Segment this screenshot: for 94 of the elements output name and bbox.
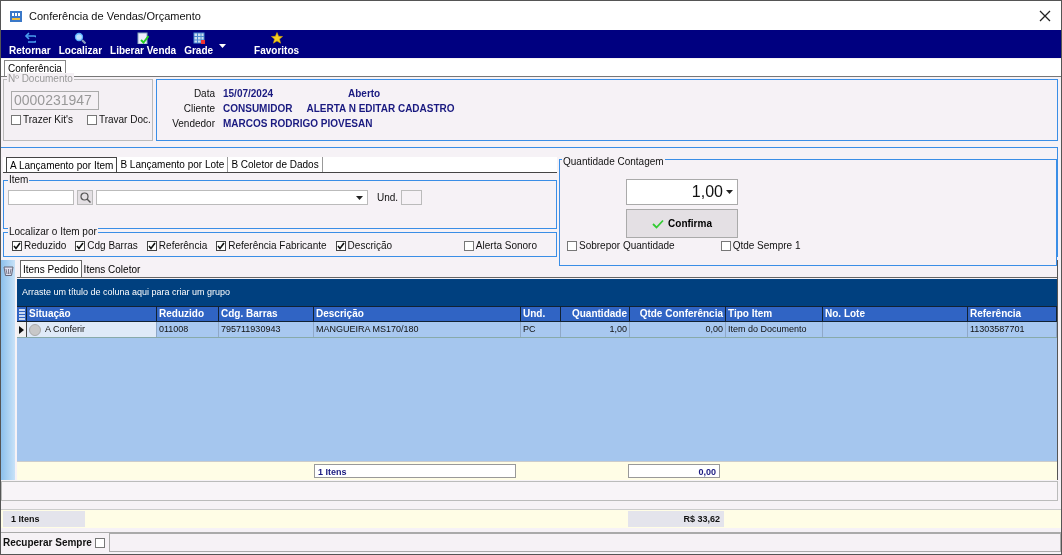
summary-cell: 1 Itens bbox=[314, 464, 516, 478]
checkbox-label: Referência Fabricante bbox=[228, 240, 327, 252]
column-chooser-icon bbox=[17, 308, 26, 320]
checkbox[interactable] bbox=[567, 240, 577, 251]
star-icon bbox=[270, 32, 283, 44]
column-header[interactable]: Tipo Item bbox=[726, 307, 823, 321]
table-cell: MANGUEIRA MS170/180 bbox=[314, 322, 521, 337]
toolbar-button[interactable]: Localizar bbox=[54, 32, 107, 56]
column-header[interactable]: Cdg. Barras bbox=[219, 307, 314, 321]
checkbox-label: Sobrepor Quantidade bbox=[579, 240, 675, 251]
checkbox[interactable] bbox=[335, 240, 346, 251]
checkbox[interactable] bbox=[94, 537, 105, 548]
field-label: Und. bbox=[377, 192, 399, 203]
field-value: Aberto bbox=[348, 88, 381, 99]
checkbox-label: Trazer Kit's bbox=[23, 114, 73, 125]
table-cell: 0,00 bbox=[630, 322, 726, 337]
return-arrow-icon bbox=[23, 32, 36, 44]
checkbox[interactable] bbox=[463, 240, 474, 251]
check-icon bbox=[217, 241, 226, 250]
table-cell: A Conferir bbox=[27, 322, 157, 337]
item-code-field[interactable] bbox=[8, 190, 74, 205]
tab[interactable]: A Lançamento por Item bbox=[6, 157, 118, 172]
toolbar-button[interactable]: Favoritos bbox=[250, 32, 304, 56]
tab[interactable]: Itens Pedido bbox=[20, 260, 82, 277]
checkbox-label: Reduzido bbox=[24, 240, 67, 252]
status-circle-icon bbox=[29, 323, 41, 336]
toolbar-button[interactable]: Retornar bbox=[5, 32, 55, 56]
checkbox[interactable] bbox=[216, 240, 227, 251]
checkbox[interactable] bbox=[720, 240, 731, 251]
table-cell: 11303587701 bbox=[968, 322, 1057, 337]
group-label: Quantidade Contagem bbox=[562, 156, 665, 168]
table-cell: 011008 bbox=[157, 322, 219, 337]
column-header[interactable]: Reduzido bbox=[157, 307, 219, 321]
group-label: Nº Documento bbox=[7, 73, 74, 85]
quantity-field[interactable]: 1,00 bbox=[626, 179, 738, 205]
toolbar-button[interactable]: Liberar Venda bbox=[106, 32, 181, 56]
dropdown-arrow-icon bbox=[356, 195, 363, 200]
column-header[interactable]: Qtde Conferência bbox=[630, 307, 726, 321]
column-header[interactable]: Referência bbox=[968, 307, 1057, 321]
document-check-icon bbox=[137, 32, 150, 44]
table-cell: 795711930943 bbox=[219, 322, 314, 337]
status-count: 1 Itens bbox=[3, 511, 85, 527]
checkbox[interactable] bbox=[12, 240, 22, 251]
confirm-button[interactable]: Confirma bbox=[626, 209, 738, 238]
checkbox-label: Alerta Sonoro bbox=[475, 240, 537, 252]
field-value: ALERTA N EDITAR CADASTRO bbox=[306, 103, 455, 114]
group-label: Item bbox=[8, 174, 30, 186]
dropdown-arrow-icon bbox=[726, 190, 733, 194]
checkbox-label: Referência bbox=[158, 240, 208, 252]
check-icon bbox=[76, 241, 85, 250]
search-icon bbox=[79, 192, 91, 203]
window-title: Conferência de Vendas/Orçamento bbox=[29, 9, 202, 22]
group-by-hint: Arraste um título de coluna aqui para criar um grupo bbox=[17, 279, 1057, 306]
checkbox-label: Descrição bbox=[347, 240, 393, 252]
check-icon bbox=[336, 241, 345, 250]
field-label: Vendedor bbox=[171, 118, 215, 129]
checkbox-label: Recuperar Sempre bbox=[3, 537, 92, 548]
column-header[interactable]: Situação bbox=[27, 307, 157, 321]
check-icon bbox=[13, 241, 21, 250]
table-cell: 1,00 bbox=[561, 322, 630, 337]
check-icon bbox=[652, 218, 665, 229]
checkbox[interactable] bbox=[75, 240, 86, 251]
grid-icon bbox=[192, 32, 205, 44]
checkbox[interactable] bbox=[86, 114, 97, 125]
field-label: Cliente bbox=[182, 103, 215, 114]
summary-cell: 0,00 bbox=[628, 464, 720, 478]
checkbox-label: Travar Doc. bbox=[98, 114, 151, 125]
field-value: 15/07/2024 bbox=[223, 88, 275, 99]
table-cell: Item do Documento bbox=[726, 322, 823, 337]
column-header[interactable]: No. Lote bbox=[823, 307, 968, 321]
unit-field[interactable] bbox=[401, 190, 423, 205]
column-header[interactable]: Descrição bbox=[314, 307, 521, 321]
table-cell: PC bbox=[521, 322, 561, 337]
caret-icon bbox=[219, 44, 227, 48]
app-icon bbox=[9, 8, 23, 23]
check-icon bbox=[147, 241, 156, 250]
column-header[interactable]: Und. bbox=[521, 307, 561, 321]
text-field[interactable] bbox=[109, 533, 1061, 552]
column-header[interactable]: Quantidade bbox=[561, 307, 630, 321]
search-icon bbox=[74, 32, 87, 44]
toolbar-button[interactable]: Grade bbox=[180, 32, 249, 56]
current-row-icon bbox=[19, 325, 24, 334]
status-total: R$ 33,62 bbox=[628, 511, 724, 527]
field-label: Data bbox=[192, 88, 215, 99]
trash-icon[interactable] bbox=[2, 265, 14, 276]
field-value: MARCOS RODRIGO PIOVESAN bbox=[223, 118, 373, 129]
field-value: CONSUMIDOR bbox=[223, 103, 293, 114]
close-icon[interactable] bbox=[1039, 9, 1051, 22]
checkbox-label: Qtde Sempre 1 bbox=[732, 240, 801, 251]
search-button[interactable] bbox=[77, 190, 93, 205]
checkbox-label: Cdg Barras bbox=[87, 240, 138, 252]
checkbox[interactable] bbox=[146, 240, 157, 251]
group-label: Localizar o Item por bbox=[8, 226, 98, 239]
checkbox[interactable] bbox=[11, 114, 21, 125]
